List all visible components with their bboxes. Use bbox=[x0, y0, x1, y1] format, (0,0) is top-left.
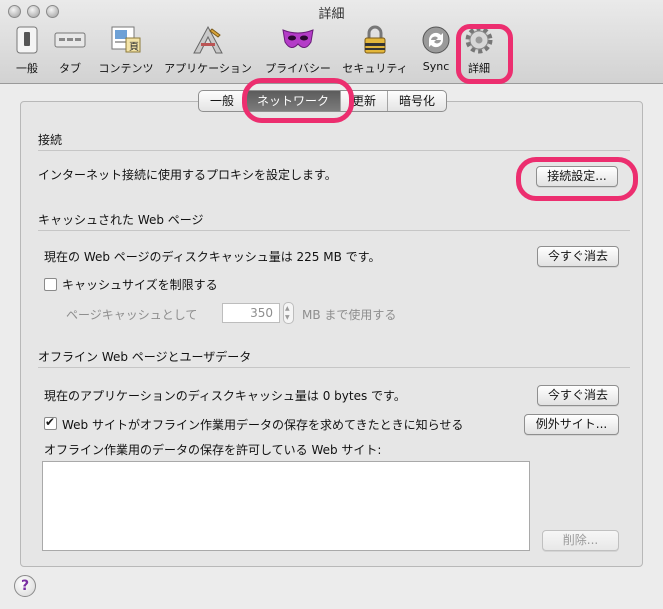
toolbar-item-sync[interactable]: Sync bbox=[418, 24, 454, 80]
toolbar-item-applications[interactable]: アプリケーション bbox=[162, 24, 254, 80]
cache-limit-suffix: MB まで使用する bbox=[302, 308, 397, 322]
svg-text:頁: 頁 bbox=[129, 41, 139, 53]
tab-network[interactable]: ネットワーク bbox=[246, 91, 342, 111]
preferences-window: 詳細 一般 タブ 頁 コンテンツ アプリケーション プライバシー セキュリティ … bbox=[0, 0, 663, 609]
cache-limit-prefix: ページキャッシュとして bbox=[66, 308, 198, 322]
connection-description: インターネット接続に使用するプロキシを設定します。 bbox=[38, 168, 337, 182]
toolbar-label-content: コンテンツ bbox=[98, 62, 154, 75]
section-title-connection: 接続 bbox=[38, 133, 63, 147]
remove-button[interactable]: 削除... bbox=[542, 530, 619, 551]
toolbar: 詳細 一般 タブ 頁 コンテンツ アプリケーション プライバシー セキュリティ … bbox=[0, 0, 663, 84]
notify-offline-checkbox[interactable] bbox=[44, 415, 57, 430]
toolbar-label-security: セキュリティ bbox=[342, 62, 408, 75]
toolbar-label-applications: アプリケーション bbox=[164, 62, 252, 75]
allowed-sites-list[interactable] bbox=[42, 461, 530, 551]
sync-icon bbox=[419, 24, 453, 56]
cache-status: 現在の Web ページのディスクキャッシュ量は 225 MB です。 bbox=[44, 250, 381, 264]
section-title-offline: オフライン Web ページとユーザデータ bbox=[38, 350, 252, 364]
allowed-sites-label: オフライン作業用のデータの保存を許可している Web サイト: bbox=[44, 443, 382, 457]
section-divider bbox=[38, 150, 630, 151]
toolbar-label-advanced: 詳細 bbox=[468, 62, 490, 75]
exceptions-button[interactable]: 例外サイト... bbox=[524, 414, 619, 435]
tab-encryption[interactable]: 暗号化 bbox=[388, 91, 446, 111]
cache-limit-stepper[interactable]: ▲ ▼ bbox=[283, 302, 294, 324]
toolbar-item-advanced[interactable]: 詳細 bbox=[461, 24, 497, 80]
offline-status: 現在のアプリケーションのディスクキャッシュ量は 0 bytes です。 bbox=[44, 389, 406, 403]
section-title-cache: キャッシュされた Web ページ bbox=[38, 213, 204, 227]
window-title: 詳細 bbox=[318, 7, 345, 22]
notify-offline-label: Web サイトがオフライン作業用データの保存を求めてきたときに知らせる bbox=[62, 418, 464, 432]
clear-offline-cache-button[interactable]: 今すぐ消去 bbox=[537, 385, 619, 406]
connection-settings-button[interactable]: 接続設定... bbox=[536, 166, 618, 187]
content-icon: 頁 bbox=[109, 24, 143, 56]
section-divider bbox=[38, 367, 630, 368]
switch-icon bbox=[10, 24, 44, 56]
toolbar-item-privacy[interactable]: プライバシー bbox=[262, 24, 334, 80]
gear-icon bbox=[462, 24, 496, 56]
toolbar-label-tabs: タブ bbox=[59, 62, 81, 75]
tab-general[interactable]: 一般 bbox=[199, 91, 247, 111]
applications-icon bbox=[191, 24, 225, 56]
tab-bar: 一般 ネットワーク 更新 暗号化 bbox=[198, 90, 448, 112]
toolbar-label-general: 一般 bbox=[16, 62, 38, 75]
privacy-mask-icon bbox=[281, 24, 315, 56]
limit-cache-label: キャッシュサイズを制限する bbox=[62, 278, 218, 292]
clear-cache-button[interactable]: 今すぐ消去 bbox=[537, 246, 619, 267]
toolbar-label-privacy: プライバシー bbox=[265, 62, 331, 75]
section-divider bbox=[38, 230, 630, 231]
toolbar-item-general[interactable]: 一般 bbox=[9, 24, 45, 80]
help-button[interactable]: ? bbox=[14, 575, 36, 597]
toolbar-item-security[interactable]: セキュリティ bbox=[340, 24, 410, 80]
toolbar-label-sync: Sync bbox=[422, 60, 450, 73]
tab-update[interactable]: 更新 bbox=[341, 91, 389, 111]
tabs-icon bbox=[53, 24, 87, 56]
lock-icon bbox=[358, 24, 392, 56]
toolbar-item-tabs[interactable]: タブ bbox=[52, 24, 88, 80]
cache-limit-field[interactable]: 350 bbox=[222, 303, 280, 323]
limit-cache-checkbox[interactable] bbox=[44, 278, 57, 291]
toolbar-item-content[interactable]: 頁 コンテンツ bbox=[96, 24, 156, 80]
